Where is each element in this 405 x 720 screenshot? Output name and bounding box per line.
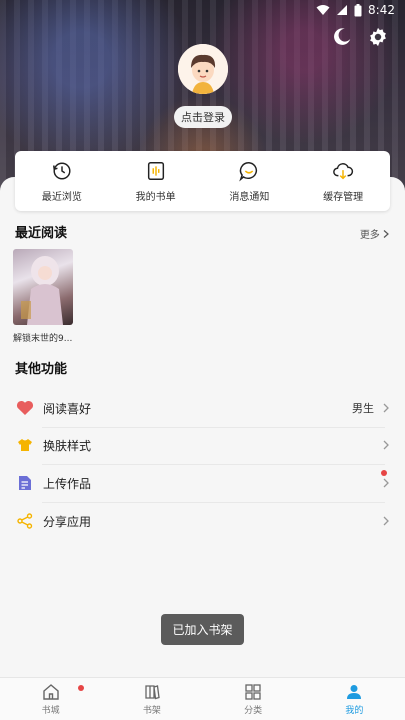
upload-doc-icon xyxy=(19,476,31,490)
profile-icon xyxy=(347,684,362,699)
book-title: 解锁末世的9... xyxy=(13,334,73,344)
quick-action-cache[interactable]: 缓存管理 xyxy=(296,151,390,211)
tab-label: 书架 xyxy=(142,705,161,716)
notification-dot xyxy=(78,685,84,691)
chevron-right-icon xyxy=(383,403,389,413)
wifi-icon xyxy=(316,5,330,15)
skin-style-row[interactable]: 换肤样式 xyxy=(15,426,390,464)
avatar[interactable] xyxy=(178,44,228,94)
quick-actions-card: 最近浏览 我的书单 消息通知 缓存管理 xyxy=(15,151,390,211)
gear-icon[interactable] xyxy=(367,26,389,48)
row-label: 分享应用 xyxy=(43,514,92,529)
row-label: 换肤样式 xyxy=(43,438,92,453)
login-button[interactable]: 点击登录 xyxy=(174,106,232,128)
other-functions-title: 其他功能 xyxy=(15,362,68,377)
more-link[interactable]: 更多 xyxy=(360,226,389,241)
quick-action-recent[interactable]: 最近浏览 xyxy=(15,151,109,211)
night-mode-icon[interactable] xyxy=(331,26,353,48)
row-label: 阅读喜好 xyxy=(43,401,92,416)
quick-action-label: 消息通知 xyxy=(229,191,270,203)
book-cover[interactable] xyxy=(13,249,73,325)
chevron-right-icon xyxy=(383,440,389,450)
recent-reading-title: 最近阅读 xyxy=(15,226,68,241)
row-value: 男生 xyxy=(352,402,374,415)
booklist-icon xyxy=(147,161,164,180)
quick-action-messages[interactable]: 消息通知 xyxy=(203,151,297,211)
heart-icon xyxy=(16,400,34,415)
chevron-right-icon xyxy=(383,516,389,526)
tab-label: 我的 xyxy=(345,705,364,716)
quick-action-label: 缓存管理 xyxy=(323,191,364,203)
history-icon xyxy=(52,161,71,180)
battery-icon xyxy=(354,3,362,16)
share-icon xyxy=(17,513,33,529)
status-time: 8:42 xyxy=(368,3,395,17)
tab-label: 书城 xyxy=(41,705,60,716)
quick-action-label: 最近浏览 xyxy=(41,191,82,203)
tab-profile[interactable]: 我的 xyxy=(304,678,405,720)
row-label: 上传作品 xyxy=(43,476,92,491)
avatar-illustration xyxy=(178,44,228,94)
message-icon xyxy=(239,161,258,181)
more-label: 更多 xyxy=(359,230,380,241)
book-cover-art xyxy=(21,256,63,325)
tab-label: 分类 xyxy=(244,705,263,716)
notification-dot xyxy=(381,470,387,476)
tab-bookshelf[interactable]: 书架 xyxy=(101,678,202,720)
bookshelf-icon xyxy=(145,684,160,699)
quick-action-label: 我的书单 xyxy=(135,191,176,203)
chevron-right-icon xyxy=(383,230,389,238)
chevron-right-icon xyxy=(383,478,389,488)
upload-work-row[interactable]: 上传作品 xyxy=(15,464,390,502)
status-bar: 8:42 xyxy=(0,0,405,20)
tab-bookstore[interactable]: 书城 xyxy=(0,678,101,720)
quick-action-booklist[interactable]: 我的书单 xyxy=(109,151,203,211)
bottom-tab-bar: 书城 书架 分类 我的 xyxy=(0,677,405,720)
category-icon xyxy=(245,683,261,700)
reading-preference-row[interactable]: 阅读喜好 男生 xyxy=(15,389,390,427)
shirt-icon xyxy=(18,439,32,451)
share-app-row[interactable]: 分享应用 xyxy=(15,502,390,540)
tab-category[interactable]: 分类 xyxy=(203,678,304,720)
toast-message: 已加入书架 xyxy=(161,614,244,645)
home-icon xyxy=(42,683,59,700)
cloud-download-icon xyxy=(333,162,354,179)
signal-icon xyxy=(337,5,348,15)
